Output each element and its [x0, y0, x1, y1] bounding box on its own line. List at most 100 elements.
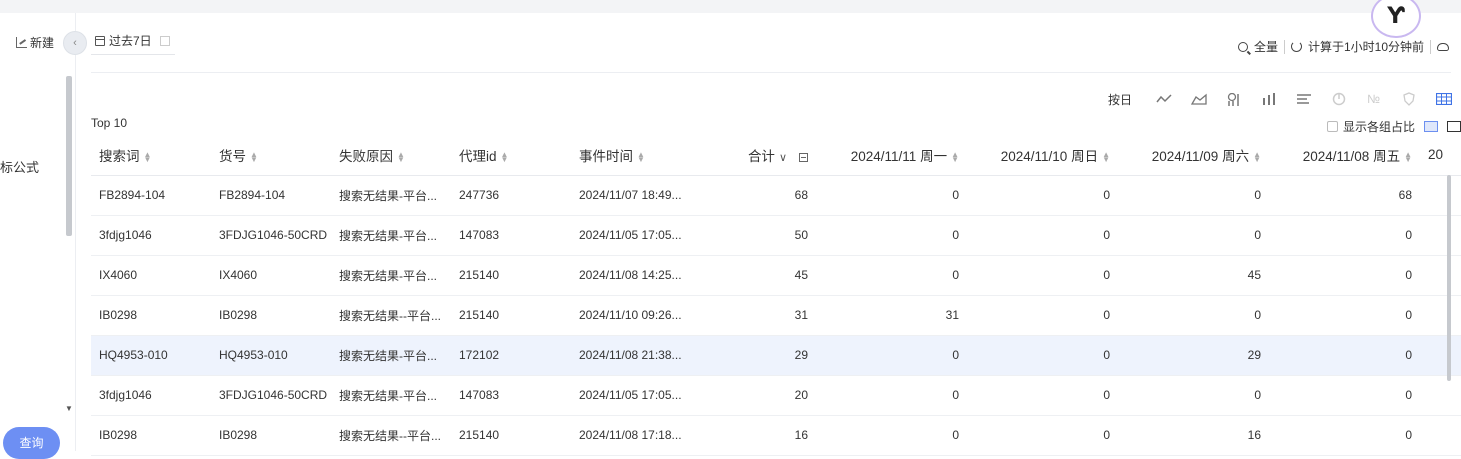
- table-cell: 2024/11/10 09:26...: [571, 295, 696, 336]
- table-row[interactable]: FB2894-104 FB2894-104 搜索无结果-平台... 247736 202…: [91, 175, 1461, 216]
- sort-icon[interactable]: ▲ ▼: [951, 151, 959, 164]
- table-cell: 68: [696, 175, 816, 216]
- col-header-label: 合计: [747, 148, 775, 164]
- col-header[interactable]: 20: [1420, 135, 1461, 176]
- search-icon[interactable]: [1237, 41, 1248, 52]
- compare-icon[interactable]: [159, 35, 170, 46]
- scroll-thumb[interactable]: [66, 76, 72, 236]
- date-range-picker[interactable]: 过去7日: [91, 27, 175, 55]
- chevron-down-icon[interactable]: ∨: [779, 152, 787, 164]
- table-scrollbar[interactable]: [1447, 175, 1451, 381]
- date-range-label: 过去7日: [109, 34, 152, 48]
- table-cell: 0: [967, 375, 1118, 416]
- table-cell: 3FDJG1046-50CRD: [211, 215, 331, 256]
- chevron-left-icon: ‹: [73, 37, 77, 49]
- granularity-selector[interactable]: 按日: [1108, 91, 1132, 108]
- table-cell: 45: [1118, 255, 1269, 296]
- table-row[interactable]: 3fdjg1046 3FDJG1046-50CRD 搜索无结果-平台... 14708…: [91, 375, 1461, 416]
- col-header-label: 代理id: [459, 148, 497, 164]
- table-cell: 搜索无结果-平台...: [331, 215, 451, 256]
- show-ratio-checkbox[interactable]: [1326, 121, 1338, 132]
- table-cell: 0: [1269, 415, 1420, 456]
- col-header-label: 2024/11/11 周一: [850, 148, 948, 164]
- table-cell: 45: [696, 255, 816, 296]
- area-chart-icon[interactable]: [1181, 90, 1216, 108]
- col-header-label: 2024/11/10 周日: [1000, 148, 1099, 164]
- sort-icon[interactable]: ▲ ▼: [1102, 151, 1110, 164]
- top-bar: [0, 0, 1461, 13]
- table-icon[interactable]: [1426, 90, 1461, 108]
- table-cell: 3fdjg1046: [91, 375, 211, 416]
- funnel-chart-icon[interactable]: [1216, 90, 1251, 108]
- sort-icon[interactable]: ▲ ▼: [144, 151, 152, 164]
- computed-at-label: 计算于1小时10分钟前: [1307, 40, 1424, 54]
- table-cell: 3fdjg1046: [91, 215, 211, 256]
- col-header[interactable]: 货号 ▲ ▼: [211, 135, 331, 176]
- horizontal-bar-icon[interactable]: [1286, 90, 1321, 108]
- table-cell: 31: [696, 295, 816, 336]
- data-table: 搜索词 ▲ ▼ 货号 ▲ ▼ 失败原因 ▲ ▼ 代理id ▲ ▼ 事件时间 ▲ ▼ 合计 ∨ 2024…: [91, 135, 1461, 456]
- table-row[interactable]: IB0298 IB0298 搜索无结果--平台... 215140 2024/11/08…: [91, 415, 1461, 456]
- col-header-total[interactable]: 合计 ∨: [696, 135, 816, 176]
- col-header[interactable]: 2024/11/10 周日 ▲ ▼: [967, 135, 1118, 176]
- col-header[interactable]: 2024/11/08 周五 ▲ ▼: [1269, 135, 1420, 176]
- collapse-icon[interactable]: [799, 152, 808, 162]
- separator: [1283, 39, 1285, 54]
- col-header[interactable]: 2024/11/09 周六 ▲ ▼: [1118, 135, 1269, 176]
- sort-icon[interactable]: ▲ ▼: [501, 151, 509, 164]
- sort-icon[interactable]: ▲ ▼: [1404, 151, 1412, 164]
- sidebar: 新建 指标公式 ▼: [0, 13, 76, 451]
- table-cell: IB0298: [211, 415, 331, 456]
- sort-icon[interactable]: ▲ ▼: [250, 151, 258, 164]
- collapse-sidebar-button[interactable]: ‹: [63, 31, 87, 55]
- table-cell: 68: [1269, 175, 1420, 216]
- table-cell: IB0298: [211, 295, 331, 336]
- table-row[interactable]: IB0298 IB0298 搜索无结果--平台... 215140 2024/11/10…: [91, 295, 1461, 336]
- col-header[interactable]: 事件时间 ▲ ▼: [571, 135, 696, 176]
- cloud-icon[interactable]: [1437, 42, 1449, 51]
- table-cell: 0: [816, 375, 967, 416]
- table-cell-overflow: [1420, 295, 1461, 336]
- table-cell: 3FDJG1046-50CRD: [211, 375, 331, 416]
- col-header[interactable]: 2024/11/11 周一 ▲ ▼: [816, 135, 967, 176]
- table-cell: 215140: [451, 415, 571, 456]
- metric-formula-label[interactable]: 指标公式: [0, 157, 39, 176]
- split-view-icon[interactable]: [1424, 121, 1438, 132]
- col-header-label: 20: [1428, 147, 1444, 163]
- table-cell: 搜索无结果-平台...: [331, 175, 451, 216]
- sidebar-scrollbar[interactable]: ▼: [64, 62, 73, 422]
- scope-label[interactable]: 全量: [1254, 38, 1278, 55]
- table-cell: 0: [816, 335, 967, 376]
- table-cell: 0: [816, 255, 967, 296]
- scroll-down-arrow-icon[interactable]: ▼: [65, 404, 73, 413]
- query-button[interactable]: 查询: [3, 427, 60, 459]
- sort-icon[interactable]: ▲ ▼: [397, 151, 405, 164]
- table-cell-overflow: [1420, 335, 1461, 376]
- refresh-icon[interactable]: [1290, 41, 1302, 52]
- table-cell: 2024/11/07 18:49...: [571, 175, 696, 216]
- table-cell: 2024/11/08 21:38...: [571, 335, 696, 376]
- logo-mark-icon: Ƴ: [1387, 3, 1405, 29]
- chart-icon: [16, 37, 27, 48]
- line-chart-icon[interactable]: [1146, 90, 1181, 108]
- show-ratio-label[interactable]: 显示各组占比: [1343, 118, 1415, 135]
- table-cell: 搜索无结果-平台...: [331, 335, 451, 376]
- col-header[interactable]: 失败原因 ▲ ▼: [331, 135, 451, 176]
- new-button[interactable]: 新建: [16, 34, 54, 51]
- table-cell: 0: [967, 255, 1118, 296]
- col-header[interactable]: 搜索词 ▲ ▼: [91, 135, 211, 176]
- table-cell: HQ4953-010: [211, 335, 331, 376]
- table-cell: 29: [696, 335, 816, 376]
- table-cell: IX4060: [211, 255, 331, 296]
- table-row[interactable]: 3fdjg1046 3FDJG1046-50CRD 搜索无结果-平台... 14708…: [91, 215, 1461, 256]
- bar-chart-icon[interactable]: [1251, 90, 1286, 108]
- table-row[interactable]: IX4060 IX4060 搜索无结果-平台... 215140 2024/11/08 …: [91, 255, 1461, 296]
- table-row[interactable]: HQ4953-010 HQ4953-010 搜索无结果-平台... 172102 202…: [91, 335, 1461, 376]
- table-cell: 2024/11/05 17:05...: [571, 215, 696, 256]
- sort-icon[interactable]: ▲ ▼: [637, 151, 645, 164]
- table-settings-icon[interactable]: [1447, 121, 1461, 132]
- sort-icon[interactable]: ▲ ▼: [1253, 151, 1261, 164]
- col-header[interactable]: 代理id ▲ ▼: [451, 135, 571, 176]
- table-cell: 31: [816, 295, 967, 336]
- table-cell: FB2894-104: [91, 175, 211, 216]
